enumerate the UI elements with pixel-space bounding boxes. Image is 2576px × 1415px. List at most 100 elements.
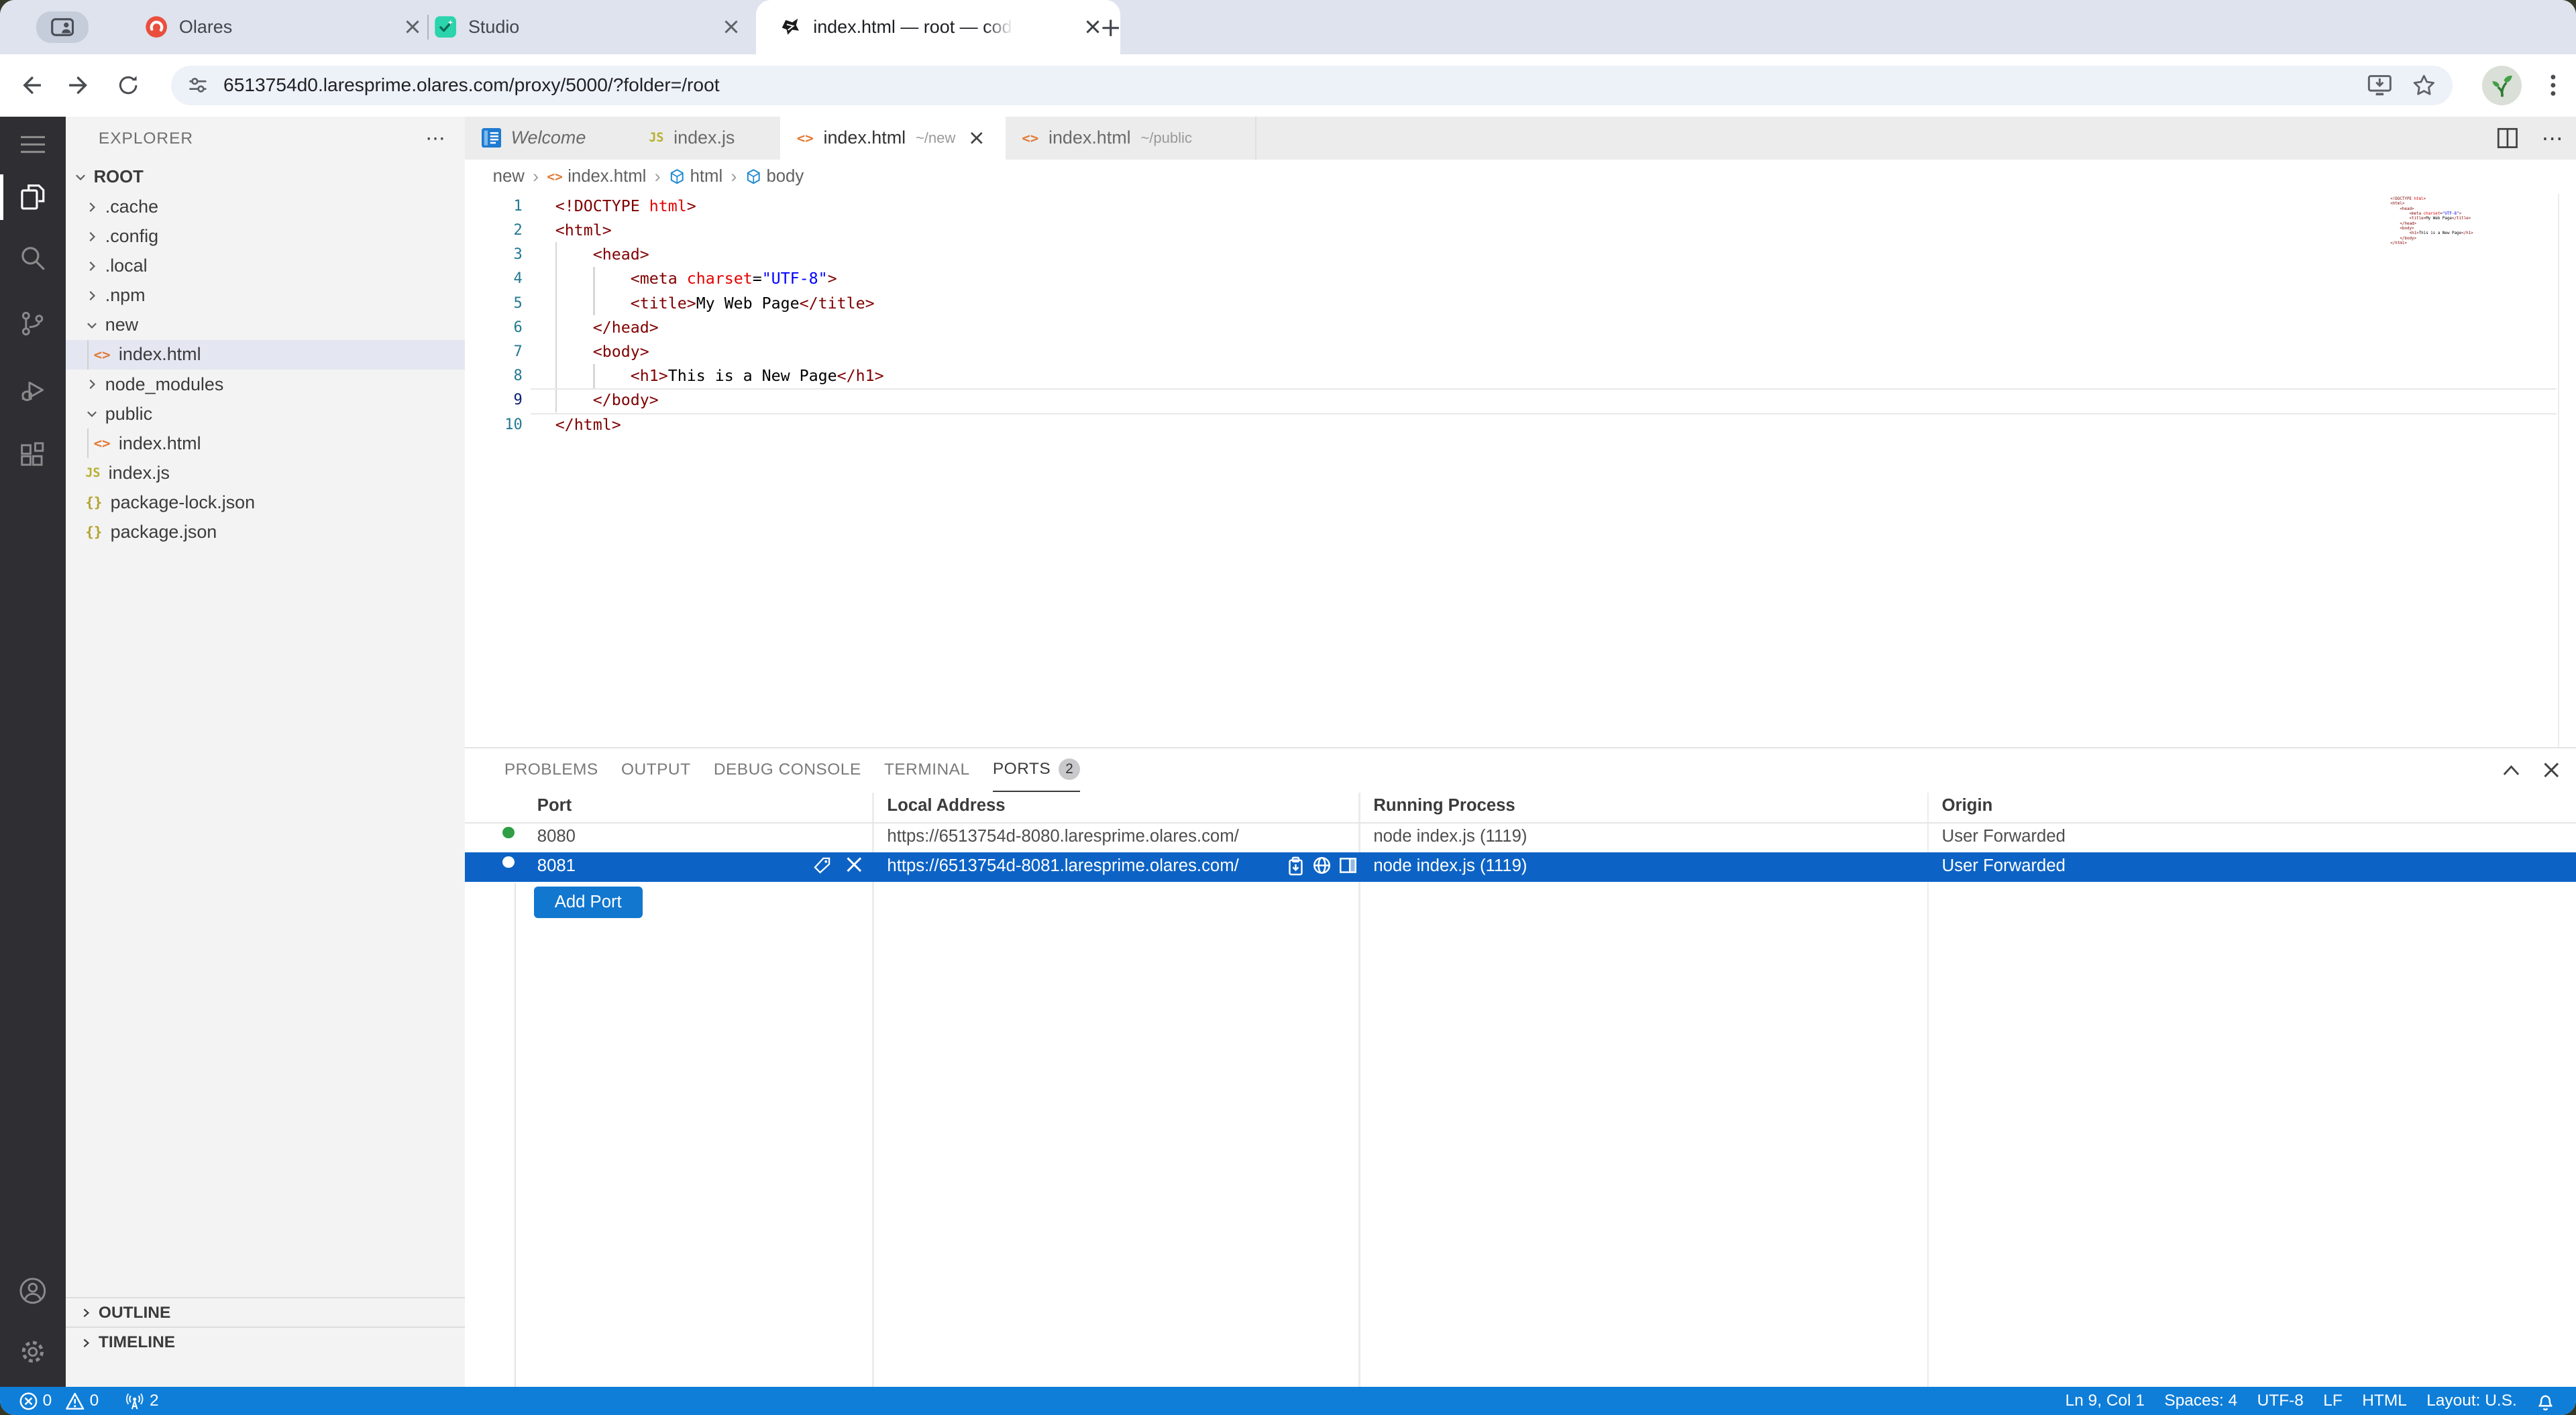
tree-item-package-lock-json[interactable]: {}package-lock.json <box>66 488 465 517</box>
code-line-2[interactable]: 2<html> <box>465 218 2576 242</box>
tree-item-package-json[interactable]: {}package.json <box>66 517 465 547</box>
code-line-7[interactable]: 7 <body> <box>465 339 2576 363</box>
tree-item--local[interactable]: .local <box>66 251 465 281</box>
code-line-6[interactable]: 6 </head> <box>465 315 2576 339</box>
html-file-icon: <> <box>94 347 111 363</box>
site-settings-icon[interactable] <box>187 74 209 96</box>
activity-source-control[interactable] <box>0 296 66 351</box>
forward-button[interactable] <box>64 69 97 102</box>
back-button[interactable] <box>13 69 46 102</box>
tree-item-label: .cache <box>105 196 158 217</box>
code-line-8[interactable]: 8 <h1>This is a New Page</h1> <box>465 364 2576 388</box>
panel-tab-debug-console[interactable]: DEBUG CONSOLE <box>714 748 861 791</box>
code-line-1[interactable]: 1<!DOCTYPE html> <box>465 194 2576 218</box>
code-editor[interactable]: 1<!DOCTYPE html>2<html>3 <head>4 <meta c… <box>465 194 2576 747</box>
breadcrumb-item[interactable]: new <box>493 167 525 186</box>
breadcrumb-item[interactable]: index.html <box>568 167 646 186</box>
panel-maximize-icon[interactable] <box>2502 765 2520 776</box>
address-cell[interactable]: https://6513754d-8080.laresprime.olares.… <box>887 827 1238 846</box>
tab-sidebar-toggle[interactable] <box>36 11 89 43</box>
tree-item--npm[interactable]: .npm <box>66 281 465 310</box>
tab-close-icon[interactable] <box>720 15 743 38</box>
notifications-bell[interactable] <box>2536 1392 2555 1411</box>
sidebar-section-timeline[interactable]: TIMELINE <box>66 1326 465 1357</box>
panel-close-icon[interactable] <box>2543 762 2559 778</box>
new-tab-button[interactable] <box>1097 15 1124 41</box>
activity-run-debug[interactable] <box>0 363 66 418</box>
tree-item-new[interactable]: new <box>66 310 465 340</box>
tree-item-public[interactable]: public <box>66 399 465 429</box>
editor-tab-indexhtml-new[interactable]: <> index.html ~/new <box>780 117 1039 160</box>
account-button[interactable] <box>0 1263 66 1318</box>
stop-forward-icon[interactable] <box>846 856 862 872</box>
encoding[interactable]: UTF-8 <box>2257 1392 2304 1410</box>
welcome-tab-icon <box>482 128 501 148</box>
panel-tab-ports[interactable]: PORTS2 <box>993 748 1080 792</box>
activity-extensions[interactable] <box>0 427 66 483</box>
preview-in-editor-icon[interactable] <box>1339 856 1357 874</box>
browser-tab-active[interactable]: index.html — root — code-ser <box>756 0 1121 54</box>
browser-menu-button[interactable] <box>2536 69 2569 102</box>
keyboard-layout[interactable]: Layout: U.S. <box>2426 1392 2517 1410</box>
copy-address-icon[interactable] <box>1287 856 1305 876</box>
menu-button[interactable] <box>0 117 66 172</box>
open-in-browser-icon[interactable] <box>1313 856 1331 874</box>
sidebar-section-outline[interactable]: OUTLINE <box>66 1297 465 1328</box>
port-cell: 8081 <box>537 856 576 876</box>
bookmark-star-icon[interactable] <box>2412 73 2436 98</box>
line-number: 2 <box>465 222 523 239</box>
browser-tab-olares[interactable]: Olares <box>145 0 424 54</box>
code-line-10[interactable]: 10</html> <box>465 412 2576 437</box>
tree-item-index-js[interactable]: JSindex.js <box>66 458 465 488</box>
tree-item-root[interactable]: ROOT <box>66 162 465 192</box>
back-icon <box>18 74 41 97</box>
breadcrumb-item[interactable]: body <box>766 167 804 186</box>
address-bar[interactable]: 6513754d0.laresprime.olares.com/proxy/50… <box>171 66 2453 105</box>
indentation[interactable]: Spaces: 4 <box>2164 1392 2237 1410</box>
split-editor-icon[interactable] <box>2497 127 2518 149</box>
port-row-8080[interactable]: 8080 https://6513754d-8080.laresprime.ol… <box>465 822 2576 852</box>
editor-more-actions-icon[interactable]: ⋯ <box>2542 125 2563 151</box>
reload-button[interactable] <box>112 69 145 102</box>
tree-item--cache[interactable]: .cache <box>66 192 465 222</box>
install-app-icon[interactable] <box>2367 74 2392 97</box>
port-row-8081[interactable]: 8081 https://6513754d-8081.laresprime.ol… <box>465 852 2576 882</box>
error-count: 0 <box>43 1392 52 1410</box>
port-label-tag-icon[interactable] <box>813 856 831 874</box>
profile-avatar[interactable] <box>2482 66 2522 105</box>
panel-tab-terminal[interactable]: TERMINAL <box>884 748 970 791</box>
minimap[interactable]: <!DOCTYPE html><html> <head> <meta chars… <box>2390 197 2505 246</box>
breadcrumb-item[interactable]: html <box>690 167 723 186</box>
forwarded-ports-status[interactable]: 2 <box>125 1392 158 1411</box>
tree-item-label: package-lock.json <box>111 492 256 513</box>
tab-close-icon[interactable] <box>970 131 983 145</box>
tab-close-icon[interactable] <box>401 15 424 38</box>
add-port-button[interactable]: Add Port <box>534 887 643 918</box>
activity-search[interactable] <box>0 230 66 286</box>
explorer-more-actions[interactable]: ⋯ <box>425 127 445 150</box>
tree-item-index-html[interactable]: <>index.html <box>66 340 465 370</box>
editor-tab-indexhtml-public[interactable]: <> index.html ~/public <box>1006 117 1256 160</box>
editor-group: Welcome JS index.js <> index.html ~/new … <box>465 117 2576 1388</box>
language-mode[interactable]: HTML <box>2362 1392 2407 1410</box>
code-line-9[interactable]: 9 </body> <box>465 388 2576 412</box>
address-cell[interactable]: https://6513754d-8081.laresprime.olares.… <box>887 856 1238 876</box>
eol[interactable]: LF <box>2323 1392 2343 1410</box>
panel-tab-problems[interactable]: PROBLEMS <box>504 748 598 791</box>
problems-status[interactable]: 0 0 <box>19 1392 99 1410</box>
line-number: 9 <box>465 392 523 408</box>
tree-item--config[interactable]: .config <box>66 222 465 251</box>
code-line-3[interactable]: 3 <head> <box>465 242 2576 266</box>
section-label: OUTLINE <box>99 1304 170 1322</box>
tree-item-index-html[interactable]: <>index.html <box>66 429 465 458</box>
code-line-4[interactable]: 4 <meta charset="UTF-8"> <box>465 267 2576 291</box>
js-file-icon: JS <box>85 466 100 480</box>
tree-item-node-modules[interactable]: node_modules <box>66 370 465 399</box>
tree-item-label: package.json <box>111 522 217 543</box>
settings-button[interactable] <box>0 1324 66 1379</box>
panel-tab-output[interactable]: OUTPUT <box>621 748 691 791</box>
cursor-position[interactable]: Ln 9, Col 1 <box>2065 1392 2145 1410</box>
browser-tab-studio[interactable]: Studio <box>434 0 743 54</box>
activity-explorer[interactable] <box>0 169 66 225</box>
code-line-5[interactable]: 5 <title>My Web Page</title> <box>465 291 2576 315</box>
